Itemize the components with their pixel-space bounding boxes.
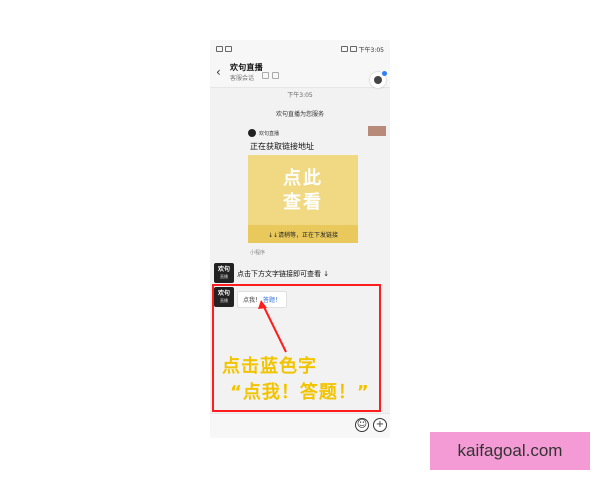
- mini-program-link[interactable]: 小程序: [250, 249, 265, 256]
- plus-icon[interactable]: +: [373, 418, 387, 432]
- message-row-2: 欢句 直播 点我！ 答题！: [214, 287, 287, 308]
- avatar-sub: 直播: [220, 298, 228, 303]
- tag-icon: [262, 72, 269, 79]
- status-left-icons: [216, 46, 232, 52]
- info-icon: [272, 72, 279, 79]
- avatar-main: 欢句: [217, 290, 230, 297]
- watermark: kaifagoal.com: [430, 432, 590, 470]
- assistant-icon: [374, 76, 382, 84]
- avatar: 欢句 直播: [214, 287, 234, 307]
- promo-bar: ↓↓请稍等，正在下发链接: [248, 225, 358, 243]
- promo-line-2: 查看: [283, 192, 323, 213]
- wifi-icon: [340, 46, 348, 52]
- message-2-bubble: 点我！ 答题！: [237, 291, 287, 308]
- screenshot-stage: 下午3:05 ‹ 欢句直播 客服会话 下午3:05 欢句直播为您服务 欢句直播 …: [0, 0, 600, 480]
- promo-line-1: 点此: [283, 168, 323, 189]
- chat-title: 欢句直播: [230, 63, 263, 72]
- sender-avatar-icon: [248, 129, 256, 137]
- annotation-line-1: 点击蓝色字: [222, 356, 317, 377]
- header-icons: [262, 72, 279, 79]
- status-time: 下午3:05: [358, 46, 384, 54]
- card-sender: 欢句直播: [259, 130, 280, 137]
- status-text: 正在获取链接地址: [250, 142, 314, 151]
- annotation-line-2: “点我！答题！”: [230, 382, 370, 403]
- notification-icon: [216, 46, 223, 52]
- promo-main-text: 点此 查看: [248, 167, 358, 215]
- message-1-text: 点击下方文字链接即可查看 ↓: [237, 270, 330, 278]
- badge-icon: [382, 71, 387, 76]
- chat-subtitle: 客服会话: [230, 75, 255, 82]
- chat-header: ‹ 欢句直播 客服会话: [210, 58, 390, 88]
- status-bar: 下午3:05: [210, 40, 390, 58]
- emoji-icon[interactable]: ☺: [355, 418, 369, 432]
- time-divider: 下午3:05: [287, 92, 313, 99]
- promo-card[interactable]: 点此 查看 ↓↓请稍等，正在下发链接: [248, 155, 358, 243]
- answer-link[interactable]: 答题！: [263, 297, 281, 304]
- avatar-main: 欢句: [217, 266, 230, 273]
- avatar-sub: 直播: [220, 274, 228, 279]
- message-row-1: 欢句 直播 点击下方文字链接即可查看 ↓: [214, 263, 329, 283]
- input-bar: ☺ +: [210, 413, 390, 438]
- floating-assistant-button[interactable]: [370, 71, 387, 88]
- chevron-left-icon[interactable]: ‹: [216, 65, 226, 79]
- avatar: 欢句 直播: [214, 263, 234, 283]
- status-right-icons: 下午3:05: [340, 45, 384, 54]
- message-2-prefix: 点我！: [243, 297, 262, 304]
- battery-icon: [349, 46, 357, 52]
- signal-icon: [225, 46, 232, 52]
- card-thumbnail: [368, 126, 386, 136]
- card-header: 欢句直播: [248, 129, 279, 137]
- service-notice: 欢句直播为您服务: [275, 111, 324, 118]
